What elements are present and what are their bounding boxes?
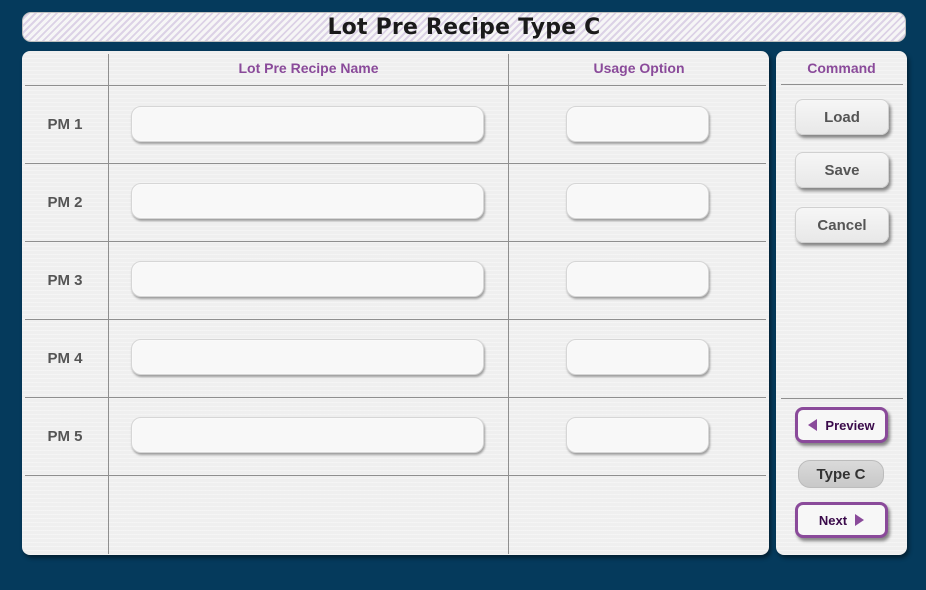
type-indicator: Type C <box>798 460 884 488</box>
command-divider <box>781 398 903 399</box>
triangle-right-icon <box>855 514 865 526</box>
pm1-recipe-name-input[interactable] <box>131 106 484 142</box>
pm4-recipe-name-input[interactable] <box>131 339 484 375</box>
preview-button[interactable]: Preview <box>795 407 888 443</box>
page-title: Lot Pre Recipe Type C <box>327 14 601 40</box>
row-divider <box>25 85 766 86</box>
pm2-usage-option-input[interactable] <box>566 183 709 219</box>
pm5-recipe-name-input[interactable] <box>131 417 484 453</box>
triangle-left-icon <box>808 419 818 431</box>
pm4-usage-option-input[interactable] <box>566 339 709 375</box>
command-header: Command <box>807 60 876 76</box>
cancel-button[interactable]: Cancel <box>795 207 889 243</box>
preview-label: Preview <box>825 417 875 433</box>
save-button[interactable]: Save <box>795 152 889 188</box>
column-divider <box>108 54 109 554</box>
pm5-usage-option-input[interactable] <box>566 417 709 453</box>
pm3-usage-option-input[interactable] <box>566 261 709 297</box>
row-label-pm5: PM 5 <box>47 428 83 445</box>
next-button[interactable]: Next <box>795 502 888 538</box>
row-label-pm1: PM 1 <box>47 116 83 133</box>
row-divider <box>25 397 766 398</box>
command-divider <box>781 84 903 85</box>
row-divider <box>25 319 766 320</box>
row-divider <box>25 475 766 476</box>
row-label-pm3: PM 3 <box>47 272 83 289</box>
pm1-usage-option-input[interactable] <box>566 106 709 142</box>
row-label-pm4: PM 4 <box>47 350 83 367</box>
pm2-recipe-name-input[interactable] <box>131 183 484 219</box>
title-bar: Lot Pre Recipe Type C <box>22 12 906 42</box>
next-label: Next <box>818 512 848 528</box>
row-label-pm2: PM 2 <box>47 194 83 211</box>
pm3-recipe-name-input[interactable] <box>131 261 484 297</box>
row-divider <box>25 241 766 242</box>
column-header-usage-option: Usage Option <box>593 60 685 76</box>
column-header-recipe-name: Lot Pre Recipe Name <box>238 60 379 76</box>
column-divider <box>508 54 509 554</box>
recipe-table-panel: Lot Pre Recipe Name Usage Option PM 1 PM… <box>22 51 769 555</box>
command-panel: Command Load Save Cancel Preview Type C … <box>776 51 907 555</box>
row-divider <box>25 163 766 164</box>
load-button[interactable]: Load <box>795 99 889 135</box>
